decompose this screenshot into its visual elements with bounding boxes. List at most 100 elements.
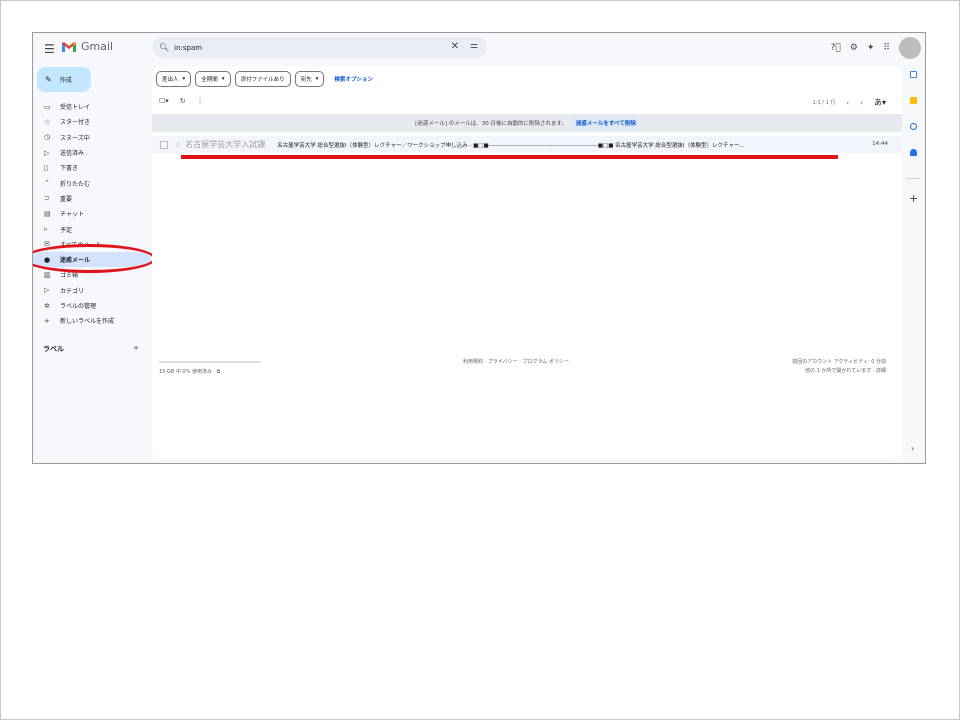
side-panel-rail: + › [901, 66, 925, 463]
top-right-actions: ?⃝ ⚙ ✦ ⠿ [831, 37, 921, 59]
sidebar-item-create-label[interactable]: + 新しいラベルを作成 [33, 313, 151, 328]
clock-icon: ◷ [44, 133, 51, 142]
search-options-icon[interactable]: ⚌ [470, 41, 478, 51]
advanced-search-link[interactable]: 検索オプション [334, 75, 373, 83]
sidebar-item-sent[interactable]: ▷ 送信済み [33, 145, 151, 160]
message-sender: 名古屋学芸大学入試課 [185, 140, 266, 149]
compose-button[interactable]: ✎ 作成 [37, 67, 91, 92]
prev-page-icon[interactable]: ‹ [846, 99, 849, 107]
sidebar-item-inbox[interactable]: ▭ 受信トレイ [33, 99, 151, 114]
keep-icon[interactable] [910, 97, 917, 104]
input-tools-label: あ [873, 98, 882, 107]
next-page-icon[interactable]: › [860, 99, 863, 107]
chip-label: 宛先 [300, 77, 312, 83]
add-addon-icon[interactable]: + [909, 192, 918, 205]
sidebar-item-label: 送信済み [60, 150, 85, 158]
gemini-icon[interactable]: ✦ [867, 43, 875, 53]
footer-links[interactable]: 利用規約 · プライバシー · プログラム ポリシー [463, 358, 569, 365]
scheduled-icon: ▹ [44, 225, 48, 234]
search-chips: 差出人 ▾ 全期間 ▾ 添付ファイルあり 宛先 ▾ 検索オプション [156, 71, 373, 87]
rail-divider [906, 178, 920, 179]
chip-label: 全期間 [201, 77, 218, 83]
spam-banner: [迷惑メール] のメールは、30 日後に自動的に削除されます。 迷惑メールをすべ… [152, 114, 902, 132]
sidebar-item-starred[interactable]: ☆ スター付き [33, 114, 151, 129]
gear-icon[interactable]: ⚙ [850, 43, 858, 53]
refresh-icon[interactable]: ↻ [180, 97, 186, 105]
table-row[interactable]: ☆ 名古屋学芸大学入試課 名古屋学芸大学 総合型選抜Ⅰ（体験型）レクチャー／ワー… [152, 136, 902, 153]
sidebar-item-manage-labels[interactable]: ✲ ラベルの管理 [33, 298, 151, 313]
sidebar-item-scheduled[interactable]: ▹ 予定 [33, 221, 151, 236]
add-label-icon[interactable]: + [133, 344, 139, 354]
contacts-icon[interactable] [910, 149, 917, 156]
trash-icon: ▥ [44, 270, 51, 279]
gmail-m-icon [62, 41, 76, 52]
inbox-icon: ▭ [44, 102, 51, 111]
important-icon: ⊃ [44, 194, 50, 203]
sidebar-item-categories[interactable]: ▷ カテゴリ [33, 283, 151, 298]
sidebar-item-label: スヌーズ中 [60, 134, 90, 142]
spam-banner-text: [迷惑メール] のメールは、30 日後に自動的に削除されます。 [415, 121, 567, 127]
chip-has-attachment[interactable]: 添付ファイルあり [234, 71, 291, 87]
chevron-down-icon: ▾ [182, 76, 186, 82]
message-subject: 名古屋学芸大学 総合型選抜Ⅰ（体験型）レクチャー／ワークショップ申し込み - ■… [277, 142, 745, 149]
search-icon[interactable]: 🔍︎ [159, 43, 169, 52]
tasks-icon[interactable] [910, 123, 917, 130]
plus-icon: + [44, 316, 50, 325]
sidebar-item-snoozed[interactable]: ◷ スヌーズ中 [33, 130, 151, 145]
search-bar[interactable]: 🔍︎ in:spam ✕ ⚌ [152, 37, 487, 58]
sidebar-item-collapse[interactable]: ⌃ 折りたたむ [33, 175, 151, 190]
more-options-icon[interactable]: ⋮ [197, 97, 204, 105]
input-tools-button[interactable]: あ▾ [874, 97, 886, 108]
row-checkbox[interactable] [160, 140, 168, 149]
app-title: Gmail [81, 40, 114, 53]
menu-icon[interactable]: ☰ [44, 42, 55, 56]
chevron-right-icon[interactable]: › [911, 444, 914, 453]
sidebar-item-important[interactable]: ⊃ 重要 [33, 191, 151, 206]
chat-icon: ▤ [44, 209, 51, 218]
manage-labels-icon: ✲ [44, 301, 50, 310]
sidebar-item-label: チャット [60, 211, 84, 219]
send-icon: ▷ [44, 148, 50, 157]
clear-search-icon[interactable]: ✕ [451, 41, 459, 52]
mail-list-panel: 差出人 ▾ 全期間 ▾ 添付ファイルあり 宛先 ▾ 検索オプション ☐▾ ↻ ⋮ 1-… [152, 66, 902, 460]
sidebar-item-label: スター付き [60, 119, 91, 127]
gmail-logo[interactable]: Gmail [61, 40, 113, 53]
account-activity: 前回のアカウント アクティビティ: 0 分前 他の 1 か所で開かれています ·… [792, 358, 886, 375]
pagination: 1-1 / 1 行 ‹ › あ▾ [813, 97, 886, 108]
avatar[interactable] [899, 37, 921, 59]
gmail-screenshot: ☰ Gmail 🔍︎ in:spam ✕ ⚌ ?⃝ ⚙ ✦ ⠿ ✎ 作成 ▭ 受信… [32, 32, 926, 464]
sidebar-item-label: 新しいラベルを作成 [60, 318, 115, 326]
chevron-down-icon: ▾ [315, 76, 319, 82]
apps-grid-icon[interactable]: ⠿ [883, 43, 890, 53]
storage-info: 15 GB 中 0% 使用済み ⧉ [159, 361, 261, 375]
help-icon[interactable]: ?⃝ [831, 43, 841, 53]
chip-label: 添付ファイルあり [240, 77, 285, 83]
calendar-icon[interactable] [910, 71, 917, 78]
delete-all-spam-button[interactable]: 迷惑メールをすべて削除 [572, 116, 639, 130]
labels-section: ラベル + [43, 344, 139, 354]
sidebar-item-label: カテゴリ [60, 287, 85, 295]
page-range: 1-1 / 1 行 [812, 100, 836, 106]
star-icon: ☆ [44, 117, 51, 126]
sidebar-item-label: 下書き [60, 165, 79, 173]
labels-heading: ラベル [43, 345, 64, 353]
list-toolbar: ☐▾ ↻ ⋮ [159, 97, 204, 105]
sidebar-item-label: ラベルの管理 [60, 303, 97, 310]
chip-to[interactable]: 宛先 ▾ [294, 71, 325, 87]
chip-from[interactable]: 差出人 ▾ [156, 71, 192, 87]
sidebar-nav: ▭ 受信トレイ ☆ スター付き ◷ スヌーズ中 ▷ 送信済み ▯ 下書き ⌃ 折りたたむ ⊃… [33, 99, 151, 328]
sidebar-item-chat[interactable]: ▤ チャット [33, 206, 151, 221]
collapse-icon: ⌃ [44, 179, 50, 188]
storage-text: 15 GB 中 0% 使用済み [159, 369, 212, 375]
star-icon[interactable]: ☆ [175, 141, 181, 149]
chip-any-time[interactable]: 全期間 ▾ [195, 71, 231, 87]
compose-label: 作成 [59, 77, 72, 84]
chip-label: 差出人 [162, 77, 179, 83]
select-all-checkbox[interactable]: ☐▾ [159, 97, 169, 105]
category-icon: ▷ [44, 286, 50, 295]
external-link-icon[interactable]: ⧉ [217, 369, 221, 375]
sidebar-item-drafts[interactable]: ▯ 下書き [33, 160, 151, 175]
chevron-down-icon: ▾ [221, 76, 225, 82]
search-input[interactable]: in:spam [174, 44, 202, 52]
activity-line-2[interactable]: 他の 1 か所で開かれています · 詳細 [792, 367, 886, 376]
